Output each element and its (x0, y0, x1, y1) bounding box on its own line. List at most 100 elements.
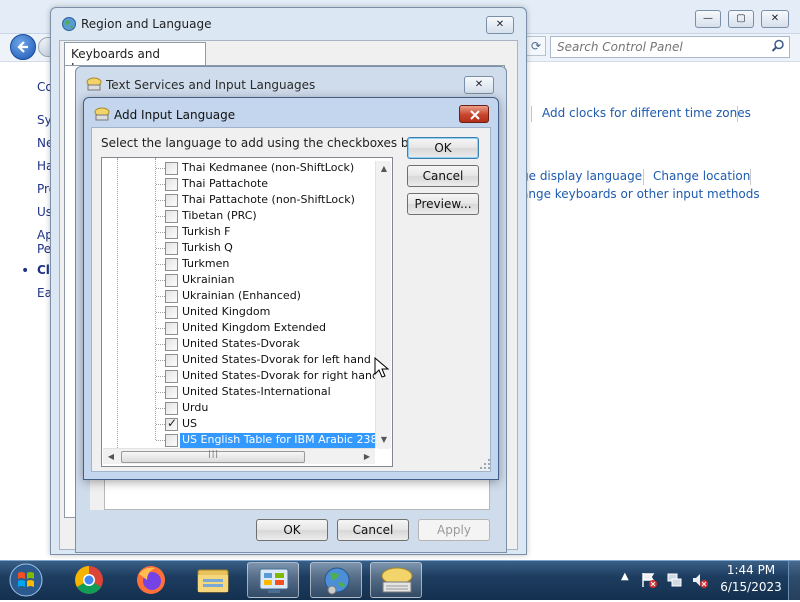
current-section-bullet: • (21, 263, 30, 279)
taskbar-text-services[interactable] (370, 562, 422, 598)
language-checkbox[interactable] (165, 322, 178, 335)
scroll-right-arrow[interactable]: ▶ (359, 449, 375, 465)
link-separator (750, 169, 751, 185)
language-checkbox[interactable] (165, 416, 178, 431)
add-clocks-link[interactable]: Add clocks for different time zones (542, 106, 751, 120)
tree-connector (156, 232, 165, 233)
language-list-item[interactable]: Turkish F (102, 224, 376, 240)
language-list-item[interactable]: Thai Pattachote (non-ShiftLock) (102, 192, 376, 208)
horizontal-scroll-thumb[interactable]: ||| (121, 449, 305, 463)
language-list-item[interactable]: Turkish Q (102, 240, 376, 256)
change-keyboards-link[interactable]: ange keyboards or other input methods (521, 187, 760, 201)
language-list-item[interactable]: US English Table for IBM Arabic 238_L (102, 432, 392, 448)
search-input[interactable] (551, 37, 763, 57)
start-button[interactable] (6, 561, 46, 599)
show-hidden-icons-arrow[interactable]: ▲ (621, 571, 629, 582)
language-checkbox[interactable] (165, 258, 178, 271)
language-checkbox[interactable] (165, 402, 178, 415)
language-label: Thai Pattachote (182, 177, 269, 190)
language-list-item[interactable]: United States-International (102, 384, 376, 400)
back-arrow-icon (17, 41, 28, 53)
region-language-icon (324, 567, 350, 595)
language-label: United States-Dvorak for right hand (182, 369, 379, 382)
scroll-up-arrow[interactable]: ▲ (376, 161, 392, 177)
language-checkbox[interactable] (165, 306, 178, 319)
language-checkbox[interactable] (165, 194, 178, 207)
ok-button[interactable]: OK (256, 519, 328, 541)
link-separator (643, 169, 644, 185)
language-checkbox[interactable] (165, 386, 178, 399)
keyboard-icon (94, 107, 110, 121)
taskbar-firefox[interactable] (125, 562, 177, 598)
resize-grip-icon[interactable] (479, 458, 491, 470)
language-list-item[interactable]: United States-Dvorak (102, 336, 376, 352)
language-checkbox[interactable] (165, 226, 178, 239)
action-center-flag-icon[interactable] (640, 571, 658, 589)
language-checkbox[interactable] (165, 290, 178, 303)
tree-connector (156, 248, 165, 249)
language-list-item[interactable]: Ukrainian (Enhanced) (102, 288, 376, 304)
firefox-icon (137, 566, 165, 594)
language-label: United Kingdom Extended (182, 321, 327, 334)
vertical-scroll-track[interactable] (378, 179, 390, 449)
close-button[interactable] (459, 105, 489, 123)
scroll-down-arrow[interactable]: ▼ (376, 432, 392, 448)
language-checkbox[interactable] (165, 210, 178, 223)
tab-keyboards-and-languages[interactable]: Keyboards and Languages (64, 42, 206, 75)
language-list-item[interactable]: US (102, 416, 376, 432)
language-checkbox[interactable] (165, 354, 178, 367)
language-list-item[interactable]: United States-Dvorak for left hand (102, 352, 376, 368)
language-checkbox[interactable] (165, 370, 178, 383)
search-icon[interactable] (771, 39, 785, 53)
link-separator (531, 106, 532, 122)
windows-logo-icon (9, 563, 43, 597)
ok-button[interactable]: OK (407, 137, 479, 159)
minimize-button[interactable]: — (695, 10, 721, 28)
tree-connector (156, 200, 165, 201)
language-list-item[interactable]: United Kingdom (102, 304, 376, 320)
language-checkbox[interactable] (165, 434, 178, 447)
network-icon[interactable] (666, 571, 684, 589)
scroll-left-arrow[interactable]: ◀ (103, 449, 119, 465)
language-tree[interactable]: Thai Kedmanee (non-ShiftLock) Thai Pattac… (101, 157, 393, 467)
taskbar-file-explorer[interactable] (187, 562, 239, 598)
change-display-language-link[interactable]: ge display language (521, 169, 642, 183)
language-label: Ukrainian (Enhanced) (182, 289, 301, 302)
language-checkbox[interactable] (165, 274, 178, 287)
taskbar-region-language[interactable] (310, 562, 362, 598)
taskbar-control-panel[interactable] (247, 562, 299, 598)
language-label: US (182, 417, 198, 430)
language-list-item[interactable]: Turkmen (102, 256, 376, 272)
language-checkbox[interactable] (165, 242, 178, 255)
language-checkbox[interactable] (165, 338, 178, 351)
language-checkbox[interactable] (165, 178, 178, 191)
volume-muted-icon[interactable] (691, 571, 709, 589)
language-checkbox[interactable] (165, 162, 178, 175)
close-button[interactable]: ✕ (486, 16, 514, 34)
change-location-link[interactable]: Change location (653, 169, 750, 183)
cancel-button[interactable]: Cancel (407, 165, 479, 187)
preview-button[interactable]: Preview... (407, 193, 479, 215)
language-list-item[interactable]: Thai Kedmanee (non-ShiftLock) (102, 160, 376, 176)
language-list-item[interactable]: Tibetan (PRC) (102, 208, 376, 224)
language-list-item[interactable]: Ukrainian (102, 272, 376, 288)
language-list-item[interactable]: United States-Dvorak for right hand (102, 368, 379, 384)
search-box[interactable] (550, 36, 790, 58)
language-label: Turkish F (182, 225, 231, 238)
back-button[interactable] (10, 34, 36, 60)
close-button[interactable]: ✕ (761, 10, 789, 28)
show-desktop-button[interactable] (788, 561, 800, 600)
system-clock[interactable]: 1:44 PM 6/15/2023 (716, 562, 786, 598)
vertical-scrollbar[interactable]: ▲ ▼ (375, 161, 392, 449)
language-list-item[interactable]: United Kingdom Extended (102, 320, 376, 336)
language-list-item[interactable]: Urdu (102, 400, 376, 416)
cancel-button[interactable]: Cancel (337, 519, 409, 541)
taskbar-chrome[interactable] (63, 562, 115, 598)
maximize-button[interactable]: ▢ (728, 10, 754, 28)
refresh-button[interactable]: ⟳ (526, 36, 546, 56)
horizontal-scrollbar[interactable]: ◀ ||| ▶ (103, 448, 375, 464)
tree-connector (156, 168, 165, 169)
language-list-item[interactable]: Thai Pattachote (102, 176, 376, 192)
close-button[interactable]: ✕ (464, 76, 494, 94)
language-label: Tibetan (PRC) (182, 209, 257, 222)
